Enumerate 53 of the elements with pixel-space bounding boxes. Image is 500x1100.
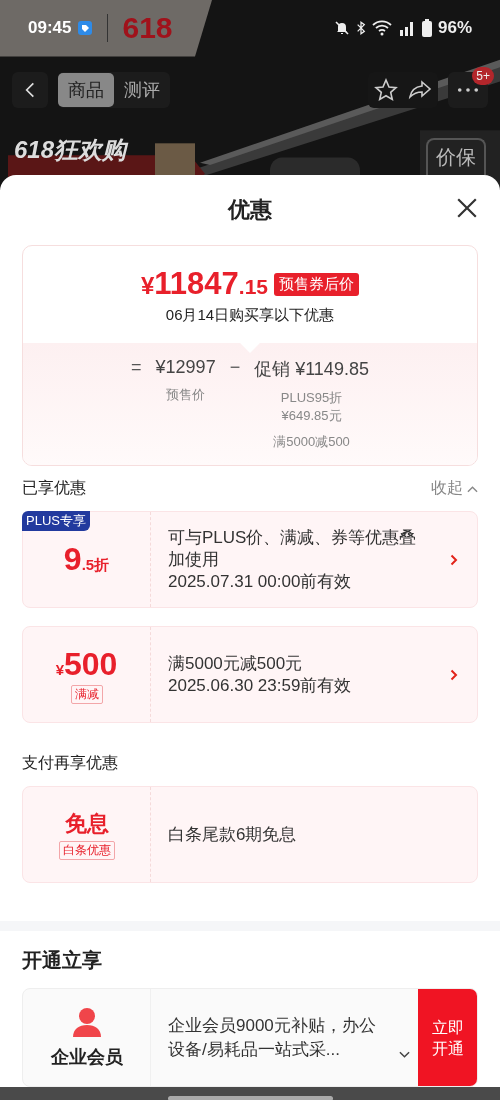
coupon-text: 2025.07.31 00:00前有效 xyxy=(168,570,353,593)
signal-icon xyxy=(397,19,416,36)
battery-level: 96% xyxy=(437,17,472,38)
coupon-text: 白条尾款6期免息 xyxy=(168,823,298,846)
price-note: PLUS95折 ¥649.85元 xyxy=(280,389,343,425)
back-button[interactable] xyxy=(12,72,48,108)
coupon-value: 免息 xyxy=(64,810,109,838)
operator-sign: − xyxy=(229,357,241,378)
share-button[interactable] xyxy=(408,78,432,102)
coupon-card[interactable]: PLUS专享 9.5折 可与PLUS价、满减、券等优惠叠加使用 2025.07.31 00:00前有效 xyxy=(22,511,478,608)
coupon-text: 满5000元减500元 xyxy=(168,652,304,675)
chevron-up-icon xyxy=(467,484,478,493)
sheet-title: 优惠 xyxy=(228,196,272,224)
price-component: 促销 ¥1149.85 xyxy=(254,358,369,381)
final-price: ¥11847.15 xyxy=(140,266,269,302)
status-time: 09:45 xyxy=(28,17,72,38)
price-note: 满5000减500 xyxy=(273,433,350,451)
membership-description: 企业会员9000元补贴，办公设备/易耗品一站式采... xyxy=(168,1014,377,1061)
more-button[interactable] xyxy=(448,72,488,108)
coupon-amount: ¥500 xyxy=(55,645,118,683)
activate-button[interactable]: 立即开通 xyxy=(418,989,477,1086)
logo-text: 618 xyxy=(122,10,173,45)
coupon-type-tag: 白条优惠 xyxy=(58,841,115,860)
price-subtitle: 06月14日购买享以下优惠 xyxy=(165,306,335,325)
section-heading: 已享优惠 xyxy=(22,478,86,498)
tab[interactable]: 测评 xyxy=(114,73,170,107)
bluetooth-icon xyxy=(355,19,366,36)
tab[interactable]: 商品 xyxy=(58,73,114,107)
wifi-icon xyxy=(371,19,392,36)
coupon-text: 可与PLUS价、满减、券等优惠叠加使用 xyxy=(168,526,418,571)
section-heading: 开通立享 xyxy=(22,948,103,973)
plus-tag: PLUS专享 xyxy=(22,511,90,531)
coupon-text: 2025.06.30 23:59前有效 xyxy=(168,674,353,697)
chevron-down-icon xyxy=(399,1051,410,1059)
price-tag: 预售券后价 xyxy=(274,272,360,296)
price-note: 预售价 xyxy=(166,386,206,404)
discount-value: 9.5折 xyxy=(63,541,110,578)
collapse-button[interactable]: 收起 xyxy=(431,478,478,499)
coupon-type-tag: 满减 xyxy=(70,684,103,704)
membership-name: 企业会员 xyxy=(50,1045,123,1069)
more-icon xyxy=(457,87,479,93)
back-icon xyxy=(25,81,35,99)
price-component: ¥12997 xyxy=(155,357,216,378)
close-button[interactable] xyxy=(456,197,478,219)
coupon-card[interactable]: ¥500 满减 满5000元减500元 2025.06.30 23:59前有效 xyxy=(22,626,478,723)
mute-icon xyxy=(333,19,350,36)
section-heading: 支付再享优惠 xyxy=(22,753,118,773)
coupon-card[interactable]: 免息 白条优惠 白条尾款6期免息 xyxy=(22,786,478,883)
star-button[interactable] xyxy=(374,78,398,102)
promo-banner-title: 618狂欢购 xyxy=(14,135,127,165)
person-icon xyxy=(70,1006,103,1037)
battery-icon xyxy=(421,18,432,37)
operator-sign: = xyxy=(131,357,142,378)
